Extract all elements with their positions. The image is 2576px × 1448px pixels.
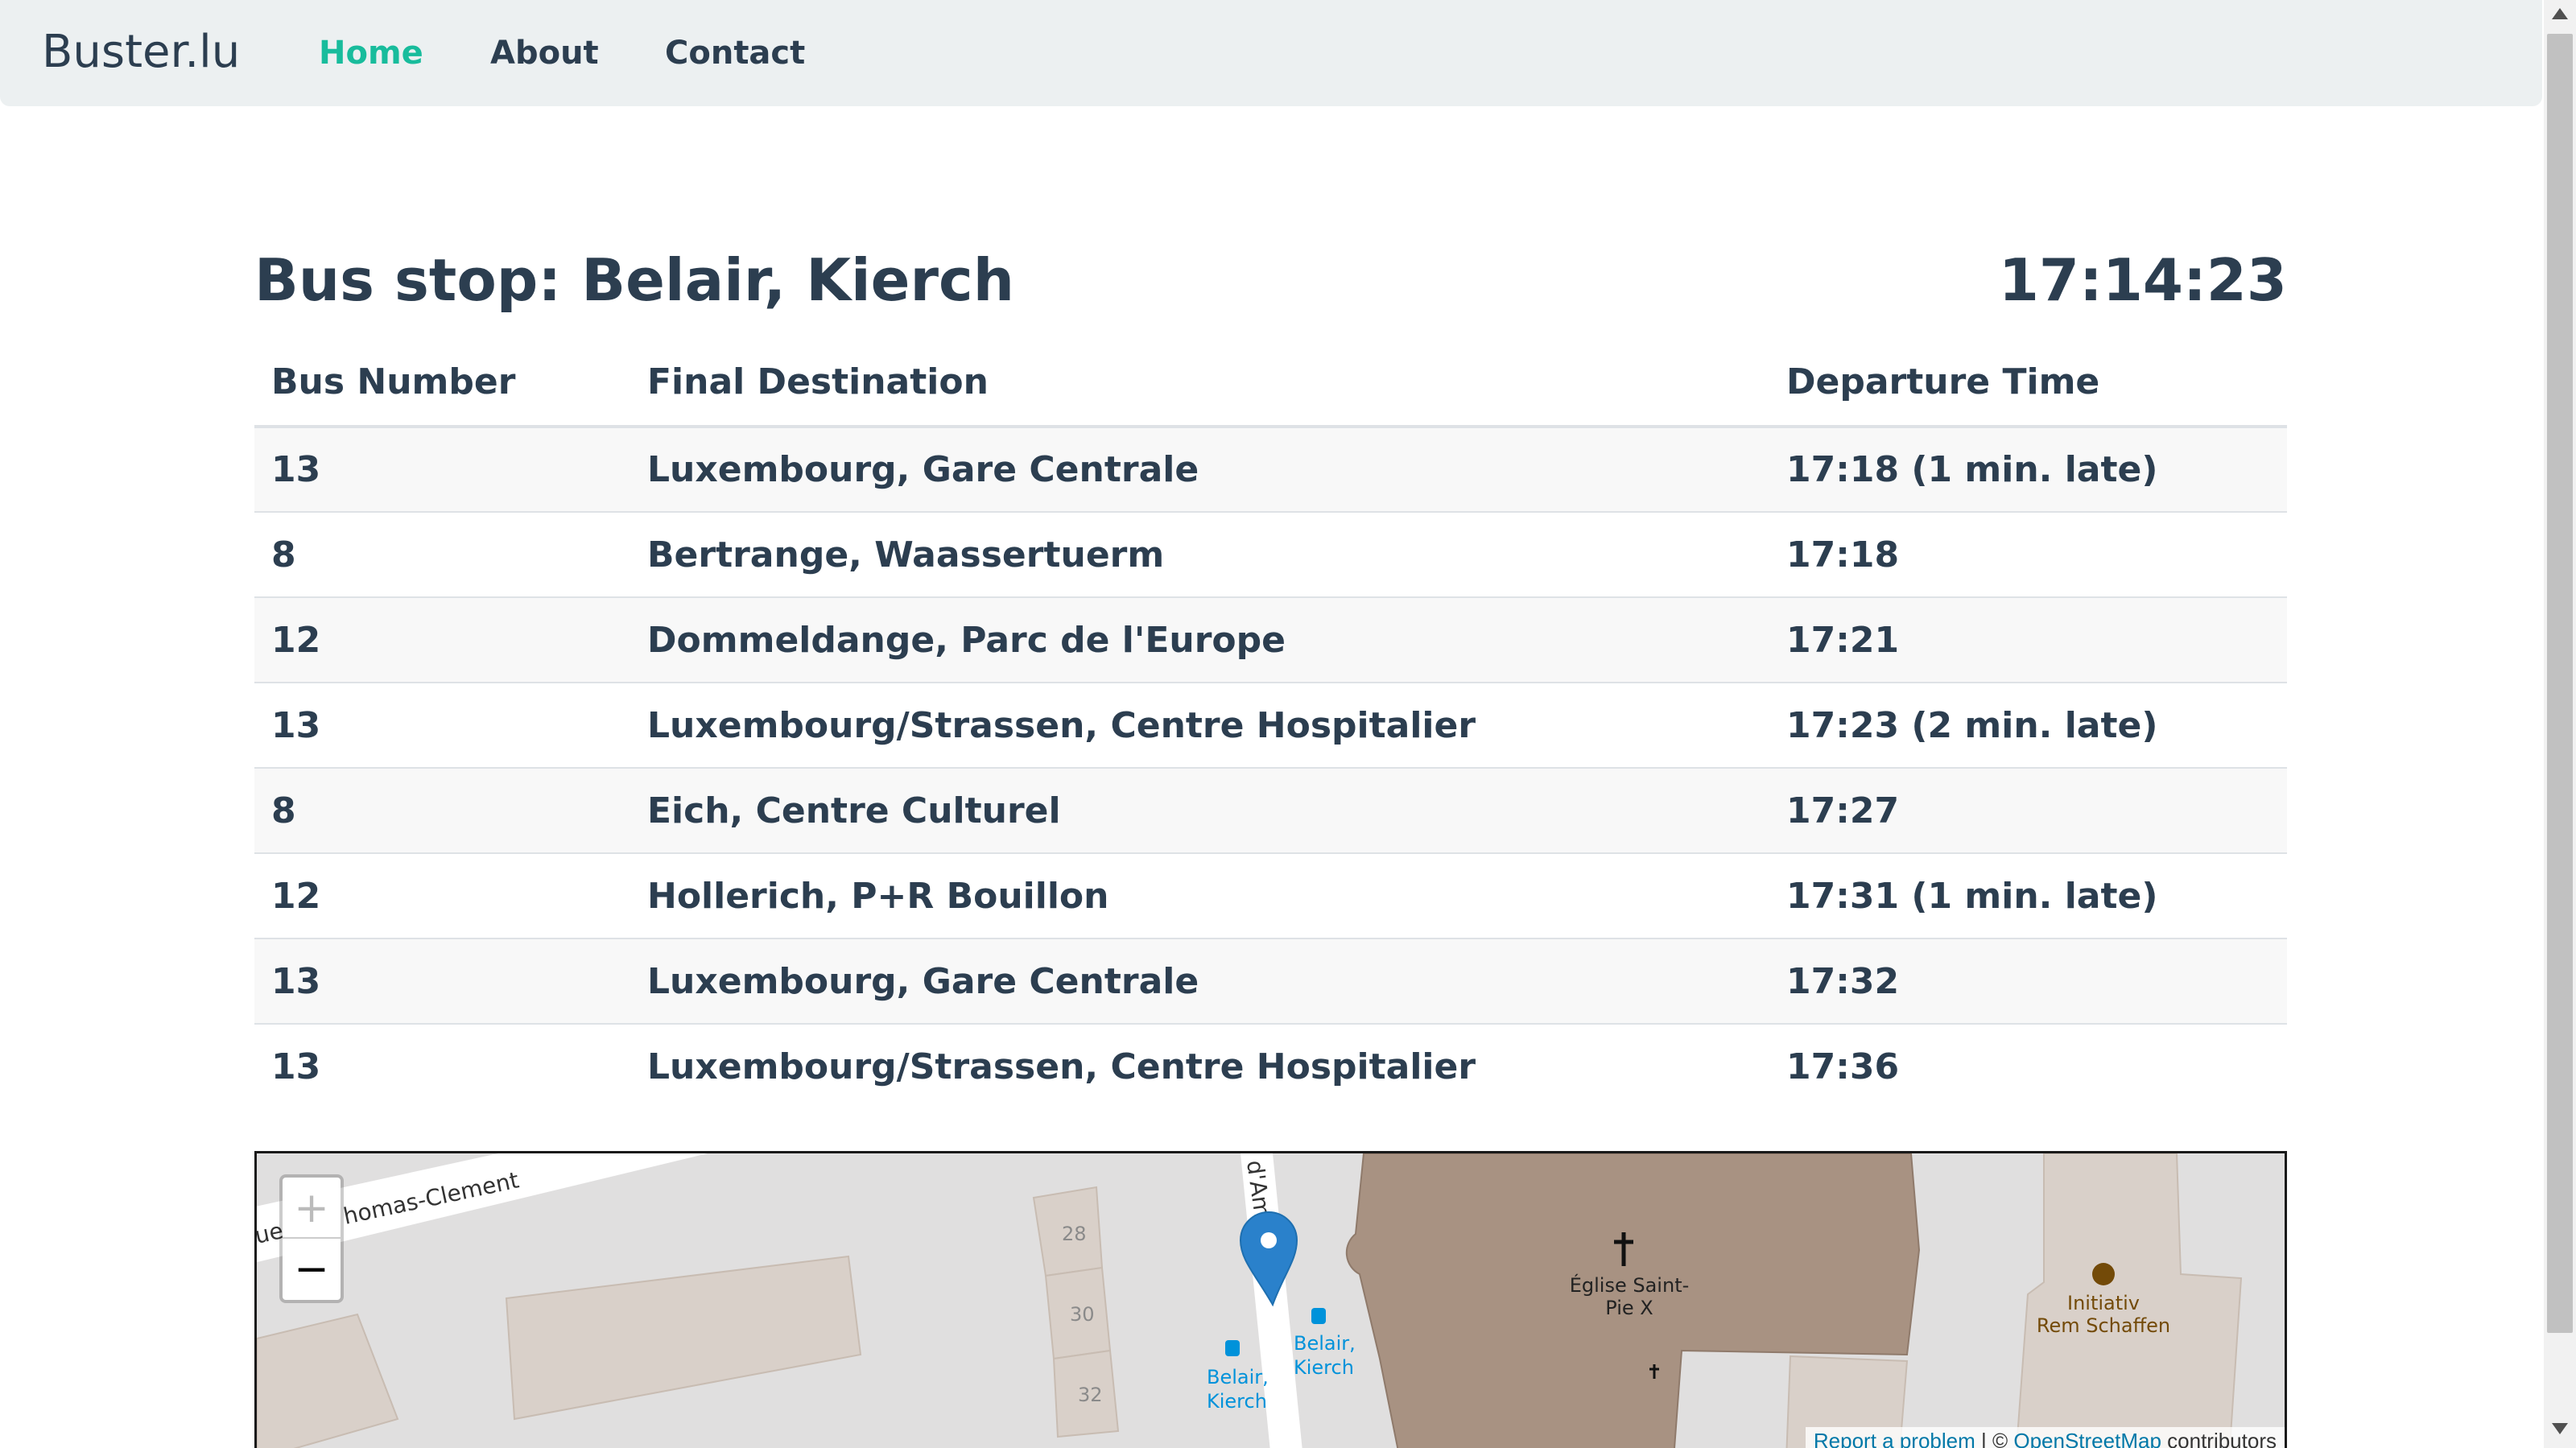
departure-cell: 17:21	[1769, 596, 2287, 683]
scroll-down-arrow-icon[interactable]	[2552, 1423, 2568, 1434]
scroll-up-arrow-icon[interactable]	[2552, 8, 2568, 19]
map-marker-dot	[1261, 1232, 1277, 1248]
zoom-out-button[interactable]: −	[283, 1239, 341, 1300]
map-zoom-control: + −	[279, 1174, 344, 1303]
map-building	[505, 1255, 862, 1421]
table-row: 8 Bertrange, Waassertuerm 17:18	[254, 511, 2287, 597]
bus-number-cell: 8	[254, 767, 630, 853]
attribution-separator: | ©	[1975, 1429, 2014, 1448]
destination-cell: Eich, Centre Culturel	[630, 767, 1769, 853]
map-bus-stop-label: Kierch	[1294, 1356, 1354, 1379]
map-bus-stop-label: Belair,	[1207, 1366, 1269, 1388]
map-poi-label: Initiativ	[2067, 1292, 2140, 1314]
destination-cell: Luxembourg/Strassen, Centre Hospitalier	[630, 682, 1769, 768]
destination-cell: Bertrange, Waassertuerm	[630, 511, 1769, 597]
table-row: 8 Eich, Centre Culturel 17:27	[254, 767, 2287, 853]
bus-number-cell: 12	[254, 596, 630, 683]
bus-stop-icon	[1225, 1340, 1240, 1356]
page-title: Bus stop: Belair, Kierch	[254, 246, 1014, 314]
map-attribution: Report a problem | © OpenStreetMap contr…	[1805, 1427, 2285, 1448]
map-bus-stop-label: Kierch	[1207, 1390, 1267, 1413]
nav-link-about[interactable]: About	[490, 32, 599, 74]
departure-cell: 17:18 (1 min. late)	[1769, 426, 2287, 512]
table-row: 13 Luxembourg, Gare Centrale 17:18 (1 mi…	[254, 426, 2287, 512]
map-church-label: Église Saint-	[1570, 1273, 1690, 1297]
bus-stop-icon	[1311, 1308, 1326, 1324]
map-church-label: Pie X	[1605, 1297, 1653, 1319]
table-row: 12 Dommeldange, Parc de l'Europe 17:21	[254, 596, 2287, 683]
table-row: 13 Luxembourg/Strassen, Centre Hospitali…	[254, 682, 2287, 768]
report-problem-link[interactable]: Report a problem	[1814, 1429, 1975, 1448]
bus-number-cell: 13	[254, 426, 630, 512]
map-building	[257, 1313, 399, 1448]
bus-number-cell: 13	[254, 682, 630, 768]
destination-cell: Luxembourg, Gare Centrale	[630, 426, 1769, 512]
destination-cell: Dommeldange, Parc de l'Europe	[630, 596, 1769, 683]
map-house-number: 30	[1070, 1303, 1095, 1326]
brand-logo[interactable]: Buster.lu	[42, 24, 240, 80]
column-header-departure: Departure Time	[1769, 338, 2287, 428]
stop-map[interactable]: homas-Clement ue d'Ams 28 30 32 Belair, …	[254, 1151, 2287, 1448]
openstreetmap-link[interactable]: OpenStreetMap	[2013, 1429, 2161, 1448]
zoom-in-button[interactable]: +	[283, 1178, 341, 1239]
departure-cell: 17:18	[1769, 511, 2287, 597]
destination-cell: Hollerich, P+R Bouillon	[630, 852, 1769, 939]
table-row: 13 Luxembourg, Gare Centrale 17:32	[254, 938, 2287, 1024]
table-header-row: Bus Number Final Destination Departure T…	[254, 338, 2287, 428]
column-header-destination: Final Destination	[630, 338, 1769, 428]
map-bus-stop-label: Belair,	[1294, 1332, 1356, 1355]
bus-number-cell: 13	[254, 1023, 630, 1109]
departure-cell: 17:23 (2 min. late)	[1769, 682, 2287, 768]
map-house-number: 32	[1078, 1384, 1103, 1406]
community-center-icon	[2092, 1263, 2115, 1285]
bus-number-cell: 13	[254, 938, 630, 1024]
departure-cell: 17:36	[1769, 1023, 2287, 1109]
current-time: 17:14:23	[1998, 246, 2287, 314]
nav-link-home[interactable]: Home	[319, 32, 423, 74]
departure-cell: 17:32	[1769, 938, 2287, 1024]
map-marker-icon[interactable]	[1239, 1211, 1298, 1307]
column-header-bus-number: Bus Number	[254, 338, 630, 428]
map-tiles: homas-Clement ue d'Ams 28 30 32 Belair, …	[257, 1153, 2243, 1448]
bus-number-cell: 12	[254, 852, 630, 939]
nav-link-contact[interactable]: Contact	[665, 32, 805, 74]
table-row: 13 Luxembourg/Strassen, Centre Hospitali…	[254, 1023, 2287, 1109]
map-house-number: 28	[1062, 1223, 1087, 1245]
departures-table: Bus Number Final Destination Departure T…	[254, 338, 2287, 1109]
page-scrollbar[interactable]	[2544, 0, 2576, 1448]
table-row: 12 Hollerich, P+R Bouillon 17:31 (1 min.…	[254, 852, 2287, 939]
bus-number-cell: 8	[254, 511, 630, 597]
attribution-contributors: contributors	[2161, 1429, 2277, 1448]
scroll-thumb[interactable]	[2547, 34, 2573, 1333]
departure-cell: 17:31 (1 min. late)	[1769, 852, 2287, 939]
destination-cell: Luxembourg/Strassen, Centre Hospitalier	[630, 1023, 1769, 1109]
navbar: Buster.lu Home About Contact	[0, 0, 2542, 106]
destination-cell: Luxembourg, Gare Centrale	[630, 938, 1769, 1024]
departure-cell: 17:27	[1769, 767, 2287, 853]
map-poi-label: Rem Schaffen	[2037, 1314, 2170, 1337]
